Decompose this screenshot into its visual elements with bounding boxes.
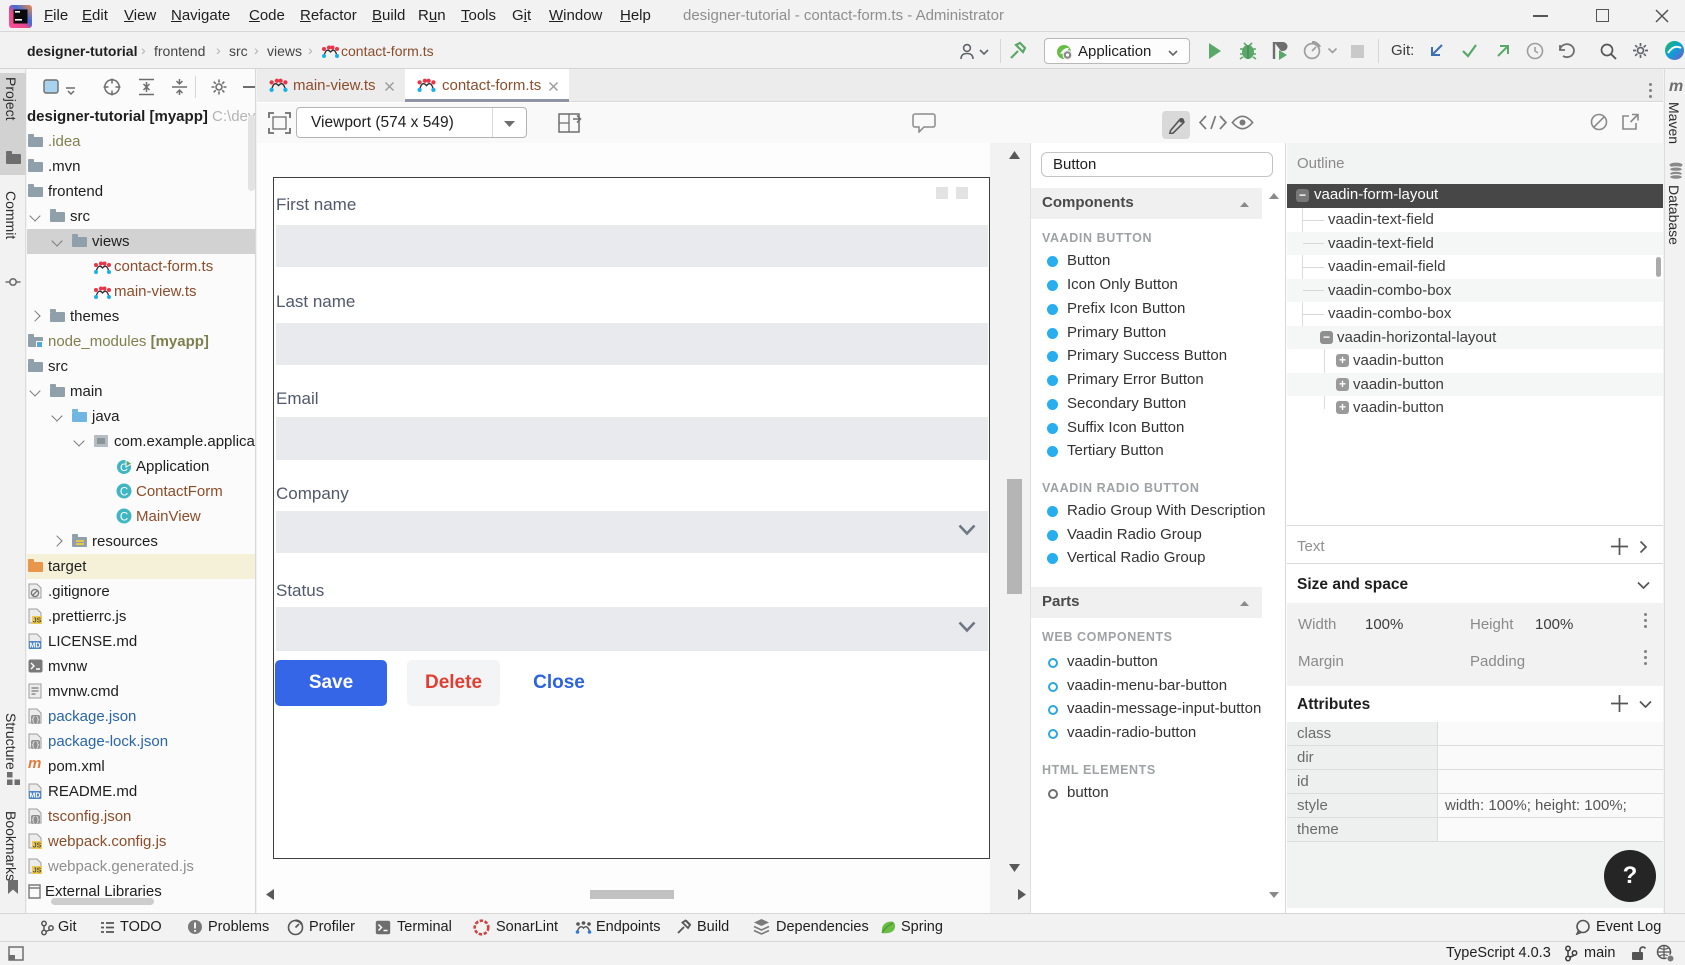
svg-text:MD: MD — [30, 643, 41, 650]
svg-text:JS: JS — [33, 868, 42, 875]
svg-text:C: C — [120, 487, 128, 499]
svg-text:C: C — [120, 512, 128, 524]
svg-text:{}: {} — [31, 717, 40, 724]
svg-text:JS: JS — [33, 843, 42, 850]
svg-text:{}: {} — [31, 817, 40, 824]
svg-text:{}: {} — [31, 742, 40, 749]
svg-text:JS: JS — [33, 618, 42, 625]
svg-text:MD: MD — [30, 793, 41, 800]
